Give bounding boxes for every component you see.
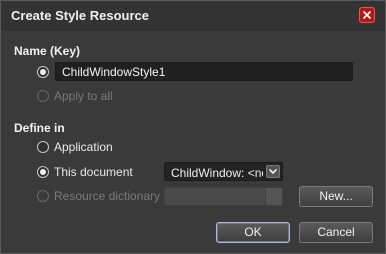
apply-to-all-label: Apply to all — [54, 89, 113, 103]
close-button[interactable] — [359, 7, 375, 23]
new-button[interactable]: New... — [299, 186, 373, 207]
this-document-select[interactable]: ChildWindow: <no r — [164, 162, 283, 181]
application-radio[interactable] — [37, 141, 49, 153]
chevron-down-icon — [269, 169, 277, 174]
dialog-title: Create Style Resource — [11, 8, 150, 23]
cancel-button[interactable]: Cancel — [299, 222, 373, 243]
resource-dictionary-select[interactable] — [164, 187, 283, 206]
name-radio[interactable] — [37, 66, 49, 78]
ok-button[interactable]: OK — [216, 222, 290, 243]
this-document-radio[interactable] — [37, 166, 49, 178]
name-key-input[interactable] — [55, 62, 353, 81]
application-label: Application — [54, 140, 113, 154]
resource-dictionary-label: Resource dictionary — [54, 189, 161, 203]
define-in-heading: Define in — [14, 121, 65, 135]
dropdown-arrow[interactable] — [266, 165, 280, 178]
apply-to-all-radio[interactable] — [37, 90, 49, 102]
close-icon — [363, 11, 371, 19]
resource-dictionary-dropdown-segment — [265, 188, 282, 205]
resource-dictionary-radio[interactable] — [37, 190, 49, 202]
title-bar: Create Style Resource — [1, 1, 385, 30]
this-document-selected-value: ChildWindow: <no r — [171, 166, 263, 180]
name-key-heading: Name (Key) — [14, 44, 81, 58]
create-style-resource-dialog: Create Style Resource Name (Key) Apply t… — [0, 0, 386, 254]
this-document-label: This document — [54, 165, 133, 179]
